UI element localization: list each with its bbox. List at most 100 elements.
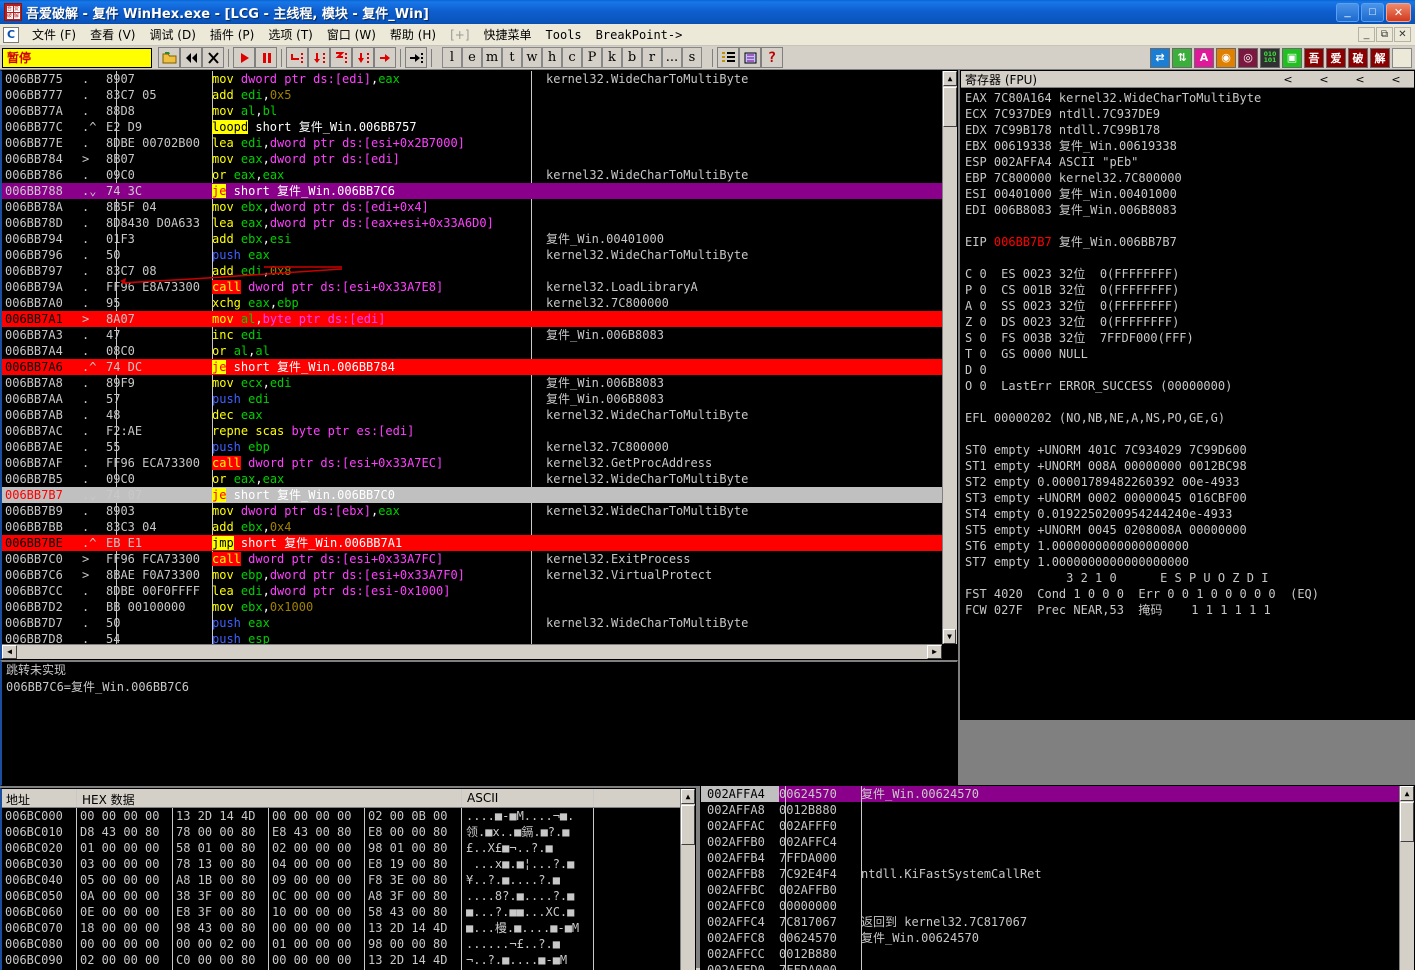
stack-rows[interactable]: 002AFFA4 00624570 复件_Win.00624570 002AFFA8 0… xyxy=(701,786,1414,970)
disasm-row[interactable]: 006BB7C0 > FF96 FCA73300 call dword ptr ds:… xyxy=(2,551,957,567)
stack-row[interactable]: 002AFFC8 00624570 复件_Win.00624570 xyxy=(701,930,1414,946)
dump-scroll-up-arrow[interactable]: ▲ xyxy=(681,789,695,804)
disasm-row[interactable]: 006BB7C6 >8BAE F0A73300 mov ebp,dword ptr … xyxy=(2,567,957,583)
run-trace-button[interactable]: ... xyxy=(662,47,682,68)
fpu-st7[interactable]: ST7 empty 1.0000000000000000000 xyxy=(965,554,1414,570)
disassembly-panel[interactable]: 006BB775. 8907 mov dword ptr ds:[edi],eax k… xyxy=(0,70,958,660)
minimize-button[interactable]: _ xyxy=(1336,2,1359,22)
open-folder-icon[interactable] xyxy=(158,47,180,68)
disasm-row[interactable]: 006BB77C .^ E2 D9 loopd short 复件_Win.006BB7… xyxy=(2,119,957,135)
flag-c[interactable]: C 0 ES 0023 32位 0(FFFFFFFF) xyxy=(965,266,1414,282)
fpu-st4[interactable]: ST4 empty 0.0192250200954244240e-4933 xyxy=(965,506,1414,522)
dump-scroll-thumb[interactable] xyxy=(681,805,695,845)
chevron-left-icon-4[interactable]: < xyxy=(1378,73,1414,86)
step-over-icon[interactable] xyxy=(308,47,330,68)
dump-row[interactable]: 006BC030 03 00 00 00 78 13 00 80 04 00 00 0… xyxy=(2,856,695,872)
call-stack-button[interactable]: k xyxy=(602,47,622,68)
maximize-button[interactable]: □ xyxy=(1361,2,1384,22)
scroll-down-arrow[interactable]: ▼ xyxy=(943,629,956,644)
register-eax[interactable]: EAX 7C80A164 kernel32.WideCharToMultiByt… xyxy=(965,90,1414,106)
patches-button[interactable]: P xyxy=(582,47,602,68)
register-edx[interactable]: EDX 7C99B178 ntdll.7C99B178 xyxy=(965,122,1414,138)
updown-icon[interactable]: ⇅ xyxy=(1172,47,1192,68)
disasm-row[interactable]: 006BB7AE. 55 push ebp kernel32.7C800000 xyxy=(2,439,957,455)
fpu-flag-header[interactable]: 3 2 1 0 E S P U O Z D I xyxy=(965,570,1414,586)
register-eip[interactable]: EIP 006BB7B7 复件_Win.006BB7B7 xyxy=(965,234,1414,250)
cpu-window-button[interactable]: c xyxy=(562,47,582,68)
disasm-row[interactable]: 006BB7AA. 57 push edi 复件_Win.006B8083 xyxy=(2,391,957,407)
menu-item-plugins[interactable]: 插件 (P) xyxy=(203,24,261,45)
stack-scroll-thumb[interactable] xyxy=(1400,802,1414,842)
disasm-row[interactable]: 006BB797. 83C7 08 add edi,0x8 xyxy=(2,263,957,279)
trace-over-icon[interactable] xyxy=(352,47,374,68)
stack-scroll-up-arrow[interactable]: ▲ xyxy=(1400,786,1414,801)
hex-dump-rows[interactable]: 006BC000 00 00 00 00 13 2D 14 4D 00 00 00 0… xyxy=(2,808,695,970)
register-edi[interactable]: EDI 006B8083 复件_Win.006B8083 xyxy=(965,202,1414,218)
menu-item-debug[interactable]: 调试 (D) xyxy=(142,24,202,45)
trace-into-icon[interactable] xyxy=(330,47,352,68)
disassembly-rows[interactable]: 006BB775. 8907 mov dword ptr ds:[edi],eax k… xyxy=(2,71,957,659)
stack-row[interactable]: 002AFFD0 7FFDA000 xyxy=(701,962,1414,970)
animate-icon[interactable] xyxy=(405,47,427,68)
disasm-row[interactable]: 006BB7A8. 89F9 mov ecx,edi 复件_Win.006B8083 xyxy=(2,375,957,391)
close-button[interactable]: ✕ xyxy=(1386,2,1411,22)
flag-o[interactable]: O 0 LastErr ERROR_SUCCESS (00000000) xyxy=(965,378,1414,394)
flag-p[interactable]: P 0 CS 001B 32位 0(FFFFFFFF) xyxy=(965,282,1414,298)
disasm-row[interactable]: 006BB7D2. BB 00100000 mov ebx,0x1000 xyxy=(2,599,957,615)
executables-button[interactable]: e xyxy=(462,47,482,68)
register-ecx[interactable]: ECX 7C937DE9 ntdll.7C937DE9 xyxy=(965,106,1414,122)
register-gap-2[interactable] xyxy=(965,250,1414,266)
window-list-icon[interactable] xyxy=(739,47,761,68)
scroll-right-arrow[interactable]: ▶ xyxy=(927,645,942,659)
disasm-row[interactable]: 006BB784 >8B07 mov eax,dword ptr ds:[edi] xyxy=(2,151,957,167)
disasm-row[interactable]: 006BB786. 09C0 or eax,eax kernel32.WideChar… xyxy=(2,167,957,183)
cracker-ai-icon[interactable]: 爱 xyxy=(1326,47,1346,68)
fpu-st3[interactable]: ST3 empty +UNORM 0002 00000045 016CBF00 xyxy=(965,490,1414,506)
dump-row[interactable]: 006BC060 0E 00 00 00 E8 3F 00 80 10 00 00 0… xyxy=(2,904,695,920)
blank-plugin-icon[interactable] xyxy=(1392,47,1412,68)
disasm-row[interactable]: 006BB788 .⌄ 74 3C je short 复件_Win.006BB7C6 xyxy=(2,183,957,199)
target-icon[interactable]: ◎ xyxy=(1238,47,1258,68)
letter-a-icon[interactable]: A xyxy=(1194,47,1214,68)
mdi-child-icon[interactable]: C xyxy=(3,26,19,43)
menu-item-options[interactable]: 选项 (T) xyxy=(261,24,320,45)
disasm-row[interactable]: 006BB7A3. 47 inc edi 复件_Win.006B8083 xyxy=(2,327,957,343)
disasm-row[interactable]: 006BB7BE .^ EB E1 jmp short 复件_Win.006BB7A1 xyxy=(2,535,957,551)
help-icon[interactable]: ? xyxy=(761,47,783,68)
disasm-row[interactable]: 006BB77A. 88D8 mov al,bl xyxy=(2,103,957,119)
dump-row[interactable]: 006BC040 05 00 00 00 A8 1B 00 80 09 00 00 0… xyxy=(2,872,695,888)
disasm-row[interactable]: 006BB7A1 >8A07 mov al,byte ptr ds:[edi] xyxy=(2,311,957,327)
mdi-minimize-button[interactable]: _ xyxy=(1358,27,1375,42)
disasm-row[interactable]: 006BB7BB. 83C3 04 add ebx,0x4 xyxy=(2,519,957,535)
disasm-row[interactable]: 006BB7A4. 08C0 or al,al xyxy=(2,343,957,359)
dump-row[interactable]: 006BC000 00 00 00 00 13 2D 14 4D 00 00 00 0… xyxy=(2,808,695,824)
fpu-st2[interactable]: ST2 empty 0.00001789482260392 00e-4933 xyxy=(965,474,1414,490)
register-gap-3[interactable] xyxy=(965,394,1414,410)
disasm-row[interactable]: 006BB775. 8907 mov dword ptr ds:[edi],eax k… xyxy=(2,71,957,87)
close-program-icon[interactable] xyxy=(202,47,224,68)
chevron-left-icon-1[interactable]: < xyxy=(1270,73,1306,86)
chevron-left-icon-3[interactable]: < xyxy=(1342,73,1378,86)
stack-row[interactable]: 002AFFB0 002AFFC4 xyxy=(701,834,1414,850)
disasm-row[interactable]: 006BB7B7 .⌄ 74 07 je short 复件_Win.006BB7C0 xyxy=(2,487,957,503)
disasm-row[interactable]: 006BB7B9. 8903 mov dword ptr ds:[ebx],eax k… xyxy=(2,503,957,519)
chevron-left-icon-2[interactable]: < xyxy=(1306,73,1342,86)
register-efl[interactable]: EFL 00000202 (NO,NB,NE,A,NS,PO,GE,G) xyxy=(965,410,1414,426)
dump-row[interactable]: 006BC020 01 00 00 00 58 01 00 80 02 00 00 0… xyxy=(2,840,695,856)
disasm-row[interactable]: 006BB794. 01F3 add ebx,esi 复件_Win.00401000 xyxy=(2,231,957,247)
fpu-st5[interactable]: ST5 empty +UNORM 0045 0208008A 00000000 xyxy=(965,522,1414,538)
disasm-row[interactable]: 006BB79A. FF96 E8A73300 call dword ptr ds:… xyxy=(2,279,957,295)
disasm-row[interactable]: 006BB7A0. 95 xchg eax,ebp kernel32.7C800000 xyxy=(2,295,957,311)
source-button[interactable]: s xyxy=(682,47,702,68)
menu-item-help[interactable]: 帮助 (H) xyxy=(383,24,443,45)
disasm-row[interactable]: 006BB7D7. 50 push eax kernel32.WideCharToMu… xyxy=(2,615,957,631)
scroll-left-arrow[interactable]: ◀ xyxy=(2,645,17,659)
dump-row[interactable]: 006BC090 02 00 00 00 C0 00 00 80 00 00 00 0… xyxy=(2,952,695,968)
menu-item-view[interactable]: 查看 (V) xyxy=(83,24,142,45)
flag-t[interactable]: T 0 GS 0000 NULL xyxy=(965,346,1414,362)
stack-row[interactable]: 002AFFC0 00000000 xyxy=(701,898,1414,914)
stack-row[interactable]: 002AFFBC 002AFFB0 xyxy=(701,882,1414,898)
execute-till-return-icon[interactable] xyxy=(374,47,396,68)
disasm-row[interactable]: 006BB7AC. F2:AE repne scas byte ptr es:[ed… xyxy=(2,423,957,439)
threads-window-button[interactable]: t xyxy=(502,47,522,68)
